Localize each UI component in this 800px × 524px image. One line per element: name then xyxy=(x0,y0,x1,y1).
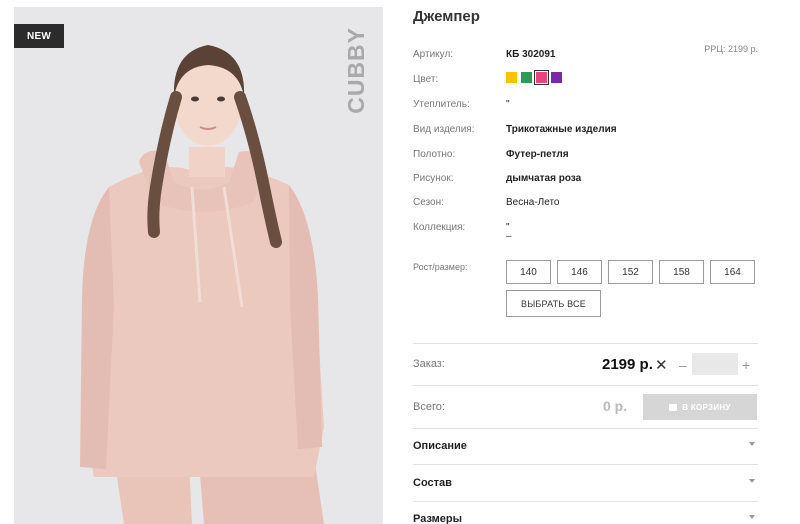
size-option-158[interactable]: 158 xyxy=(659,260,704,284)
color-swatch-yellow[interactable] xyxy=(506,72,517,83)
divider xyxy=(413,428,758,429)
accordion-composition[interactable]: Состав xyxy=(413,474,758,494)
brand-watermark: CUBBY xyxy=(343,27,369,114)
quantity-input[interactable] xyxy=(692,353,738,375)
attribute-label: Полотно: xyxy=(413,148,456,160)
select-all-button[interactable]: ВЫБРАТЬ ВСЕ xyxy=(506,290,601,317)
add-to-cart-label: В КОРЗИНУ xyxy=(682,402,731,412)
chevron-down-icon xyxy=(749,515,755,519)
cart-icon xyxy=(669,403,678,411)
size-option-146[interactable]: 146 xyxy=(557,260,602,284)
type-value: Трикотажные изделия xyxy=(506,123,617,135)
size-option-140[interactable]: 140 xyxy=(506,260,551,284)
recommended-price: РРЦ: 2199 р. xyxy=(704,44,758,54)
accordion-description[interactable]: Описание xyxy=(413,437,758,457)
plus-icon[interactable]: + xyxy=(742,357,750,373)
total-price: 0 р. xyxy=(603,398,628,414)
chevron-down-icon xyxy=(749,479,755,483)
attribute-label: Артикул: xyxy=(413,48,454,60)
size-option-164[interactable]: 164 xyxy=(710,260,755,284)
fabric-value: Футер-петля xyxy=(506,148,569,160)
divider xyxy=(413,464,758,465)
size-label: Рост/размер: xyxy=(413,262,468,272)
chevron-down-icon xyxy=(749,442,755,446)
add-to-cart-button[interactable]: В КОРЗИНУ xyxy=(643,394,757,420)
product-title: Джемпер xyxy=(413,8,480,25)
accordion-sizes[interactable]: Размеры xyxy=(413,510,758,524)
color-swatch-green[interactable] xyxy=(521,72,532,83)
product-photo[interactable]: NEW CUBBY xyxy=(14,7,383,524)
divider xyxy=(413,501,758,502)
new-badge: NEW xyxy=(14,24,64,48)
product-photo-illustration xyxy=(80,45,324,524)
collection-dash: – xyxy=(506,231,512,242)
times-icon: ✕ xyxy=(655,357,668,374)
divider xyxy=(413,385,758,386)
size-options: 140 146 152 158 164 xyxy=(506,260,755,284)
color-swatch-pink[interactable] xyxy=(534,70,549,85)
pattern-value: дымчатая роза xyxy=(506,172,582,184)
attribute-label: Утеплитель: xyxy=(413,98,470,110)
accordion-title: Размеры xyxy=(413,513,463,524)
attribute-label: Коллекция: xyxy=(413,221,466,233)
attribute-label: Рисунок: xyxy=(413,172,454,184)
attribute-label: Сезон: xyxy=(413,196,444,208)
insulation-value: " xyxy=(506,98,510,110)
color-swatches xyxy=(506,70,562,85)
article-value: КБ 302091 xyxy=(506,48,556,60)
minus-icon[interactable]: – xyxy=(679,357,687,373)
accordion-title: Состав xyxy=(413,477,452,489)
size-option-152[interactable]: 152 xyxy=(608,260,653,284)
attribute-label: Вид изделия: xyxy=(413,123,475,135)
color-swatch-purple[interactable] xyxy=(551,72,562,83)
divider xyxy=(413,343,758,344)
accordion-title: Описание xyxy=(413,440,467,452)
total-label: Всего: xyxy=(413,401,445,413)
order-label: Заказ: xyxy=(413,358,445,370)
season-value: Весна-Лето xyxy=(506,196,560,208)
order-price: 2199 р. xyxy=(602,356,653,373)
attribute-label: Цвет: xyxy=(413,73,439,85)
